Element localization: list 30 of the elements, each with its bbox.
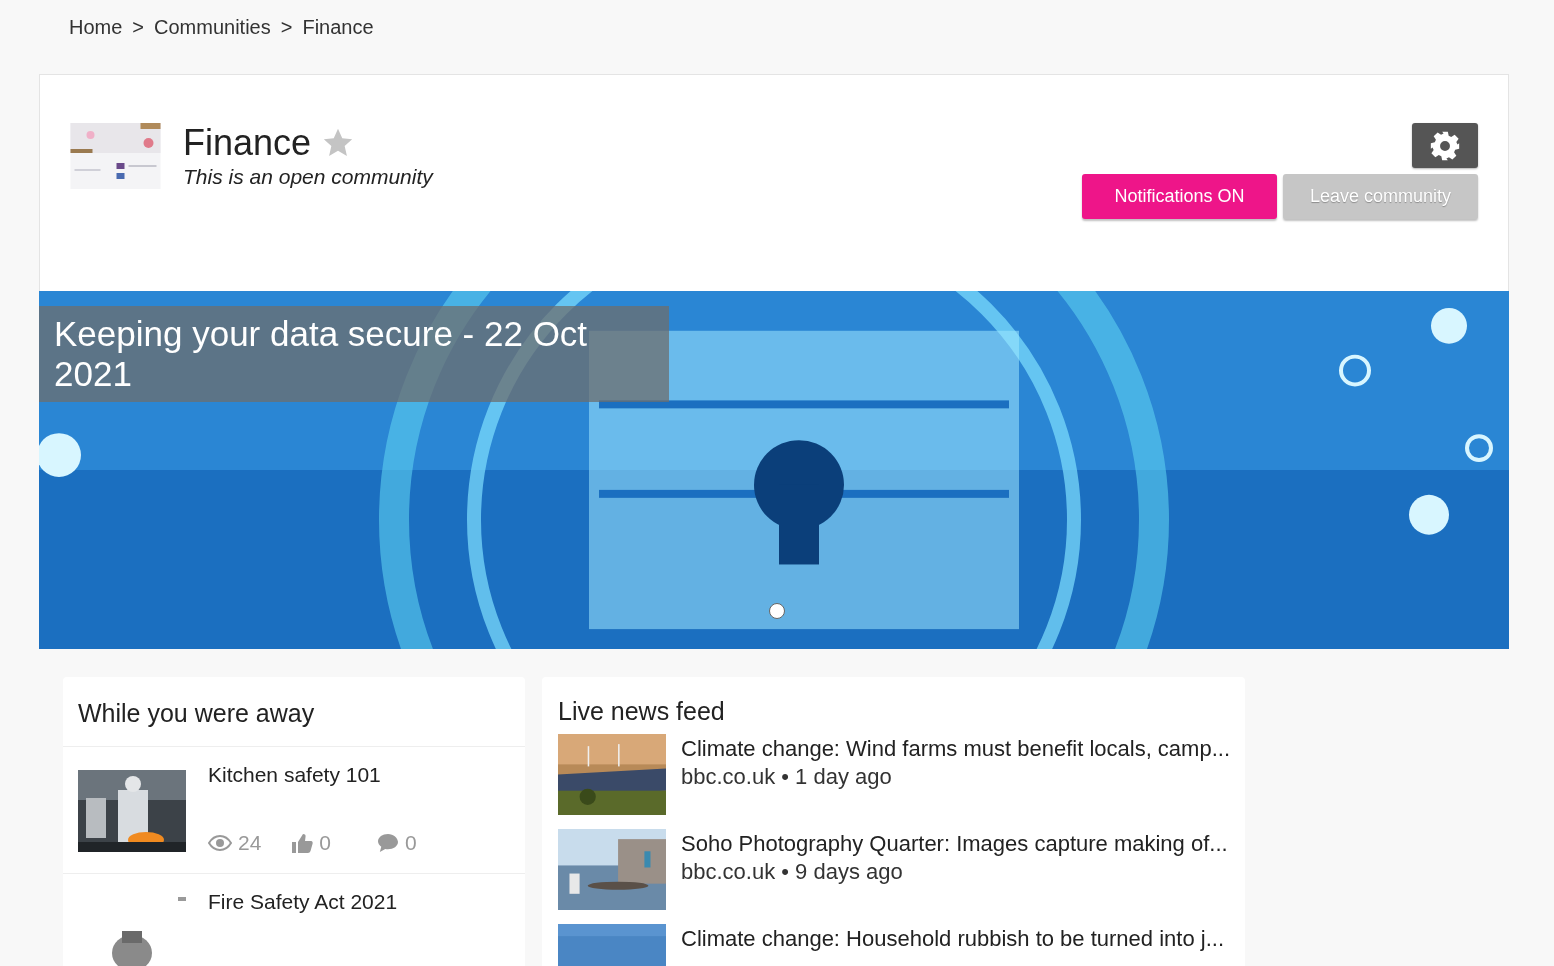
banner-caption: Keeping your data secure - 22 Oct 2021: [39, 306, 669, 402]
breadcrumb-link[interactable]: Communities: [154, 16, 271, 39]
settings-button[interactable]: [1412, 123, 1478, 168]
news-title: Climate change: Household rubbish to be turned into j...: [681, 926, 1224, 952]
thumbs-up-icon: [291, 832, 314, 854]
news-title: Soho Photography Quarter: Images capture making of...: [681, 831, 1228, 857]
news-title: Climate change: Wind farms must benefit locals, camp...: [681, 736, 1230, 762]
eye-icon: [208, 835, 232, 851]
panel-title: Live news feed: [558, 696, 726, 727]
post-title: Fire Safety Act 2021: [208, 890, 398, 914]
comment-count: 0: [405, 831, 417, 855]
like-count: 0: [319, 831, 332, 855]
breadcrumb-separator: >: [131, 16, 146, 39]
breadcrumb-link[interactable]: Finance: [302, 16, 374, 39]
panel-title: While you were away: [63, 677, 525, 747]
comment-icon: [377, 833, 400, 853]
breadcrumb-separator: >: [279, 16, 294, 39]
notifications-button[interactable]: Notifications ON: [1082, 174, 1277, 219]
news-item[interactable]: Climate change: Wind farms must benefit locals, camp... bbc.co.uk • 1 day ago: [558, 734, 1229, 815]
post-item[interactable]: Fire Safety Act 2021: [63, 874, 525, 966]
community-subtitle: This is an open community: [183, 165, 433, 189]
news-item[interactable]: Climate change: Household rubbish to be turned into j...: [558, 924, 1229, 966]
post-title: Kitchen safety 101: [208, 763, 382, 787]
news-source: bbc.co.uk • 9 days ago: [681, 859, 904, 885]
breadcrumb-link[interactable]: Home: [69, 16, 123, 39]
view-count: 24: [238, 831, 262, 855]
post-item[interactable]: Kitchen safety 101 24 0 0: [63, 747, 525, 874]
community-title: Finance: [183, 123, 312, 163]
news-source: bbc.co.uk • 1 day ago: [681, 764, 893, 790]
news-item[interactable]: Soho Photography Quarter: Images capture making of... bbc.co.uk • 9 days ago: [558, 829, 1229, 910]
